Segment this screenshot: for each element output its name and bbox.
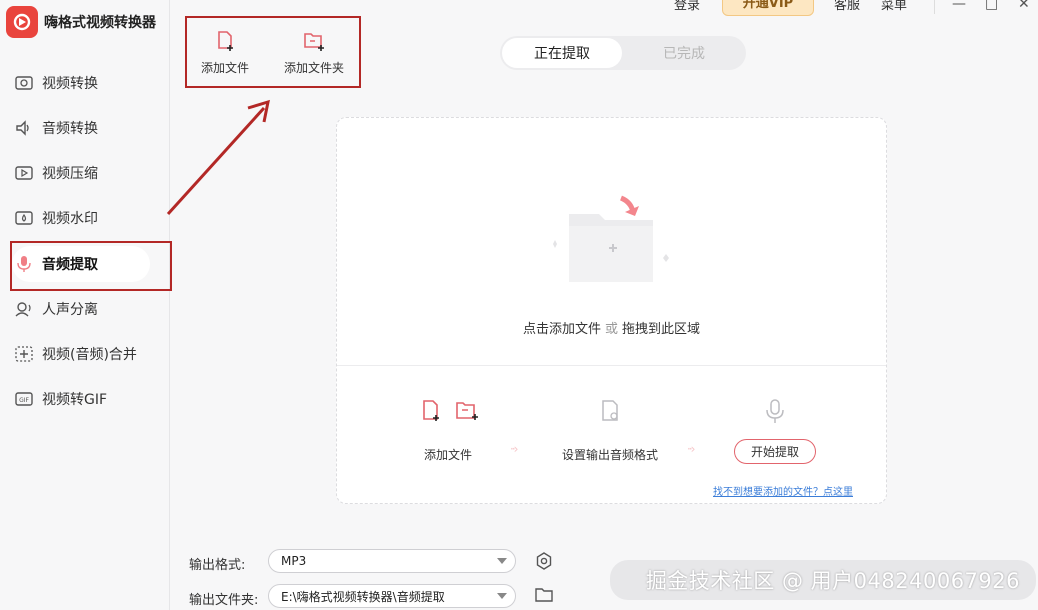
add-file-label: 添加文件 [201,61,250,75]
help-link[interactable]: 找不到想要添加的文件？点这里 [713,483,853,498]
login-link[interactable]: 登录 [674,0,700,13]
sidebar-item-video-compress[interactable]: 视频压缩 [14,155,150,191]
header-divider [934,0,935,14]
watermark: 掘金技术社区 @ 用户048240067926 [610,560,1036,600]
folder-add-icon [553,195,669,282]
output-format-label: 输出格式: [189,558,246,573]
sidebar-item-video-convert[interactable]: 视频转换 [14,65,150,101]
sidebar-item-label: 人声分离 [42,302,98,318]
app-logo-icon [6,6,38,38]
voice-separate-icon [14,299,34,319]
format-settings-icon [602,400,618,421]
add-folder-icon [302,30,326,55]
video-convert-icon [14,73,34,93]
compress-icon [14,163,34,183]
output-folder-value: E:\嗨格式视频转换器\音频提取 [281,589,445,604]
drop-divider [337,365,886,366]
status-tabs: 正在提取 已完成 [500,36,746,70]
sidebar-item-label: 视频水印 [42,211,98,227]
format-settings-gear-icon[interactable] [535,552,553,570]
menu-link[interactable]: 菜单 [881,0,907,13]
sidebar-item-voice-separate[interactable]: 人声分离 [14,291,150,327]
add-folder-label: 添加文件夹 [284,61,345,75]
gif-icon: GIF [14,389,34,409]
sidebar: 嗨格式视频转换器 视频转换 音频转换 视频压缩 视频水印 音频提取 人声分离 视… [0,0,170,610]
brand: 嗨格式视频转换器 [6,6,156,38]
chevron-down-icon [497,593,507,599]
step-add-file-icon [423,400,439,421]
hint-drag: 拖拽到此区域 [622,322,701,337]
add-folder-button[interactable]: 添加文件夹 [284,30,344,76]
output-folder-label: 输出文件夹: [189,593,259,608]
step-arrow-icon: ··› [510,442,519,456]
tab-done[interactable]: 已完成 [624,38,744,68]
svg-text:GIF: GIF [19,397,29,404]
sidebar-item-label: 视频转换 [42,76,98,92]
microphone-icon [766,399,784,423]
annotation-box-sidebar [10,241,172,291]
output-format-value: MP3 [281,554,307,568]
sidebar-item-merge[interactable]: 视频(音频)合并 [14,336,150,372]
maximize-icon[interactable]: □ [985,0,998,12]
start-extract-button[interactable]: 开始提取 [734,439,816,464]
watermark-icon [14,208,34,228]
output-folder-select[interactable]: E:\嗨格式视频转换器\音频提取 [268,584,516,608]
sidebar-item-label: 视频转GIF [42,392,108,408]
chevron-down-icon [497,558,507,564]
sidebar-item-label: 音频转换 [42,121,98,137]
tab-extracting[interactable]: 正在提取 [502,38,622,68]
sidebar-item-label: 视频压缩 [42,166,98,182]
sidebar-item-audio-convert[interactable]: 音频转换 [14,110,150,146]
sidebar-item-gif[interactable]: GIF 视频转GIF [14,381,150,417]
vip-button[interactable]: 开通VIP [722,0,814,16]
sidebar-item-video-watermark[interactable]: 视频水印 [14,200,150,236]
step-format-label: 设置输出音频格式 [562,448,659,462]
step-add-file-label: 添加文件 [424,448,473,462]
open-folder-icon[interactable] [535,587,553,603]
close-icon[interactable]: ✕ [1018,0,1030,12]
app-title: 嗨格式视频转换器 [44,15,156,31]
add-file-icon [214,30,236,55]
step-arrow-icon: ··› [687,442,696,456]
output-format-select[interactable]: MP3 [268,549,516,573]
speaker-icon [14,118,34,138]
hint-click: 点击添加文件 [522,322,601,337]
drop-zone[interactable]: 点击添加文件或拖拽到此区域 添加文件 ··› 设置输出音频格式 ··› 开始提取… [336,117,887,504]
annotation-arrow-icon [166,99,270,216]
step-add-folder-icon [456,402,478,420]
add-file-button[interactable]: 添加文件 [201,30,249,76]
drop-hint: 点击添加文件或拖拽到此区域 [337,318,886,337]
sidebar-item-label: 视频(音频)合并 [42,347,137,363]
hint-or: 或 [604,322,618,337]
service-link[interactable]: 客服 [834,0,860,13]
merge-icon [14,344,34,364]
minimize-icon[interactable]: — [952,0,966,12]
